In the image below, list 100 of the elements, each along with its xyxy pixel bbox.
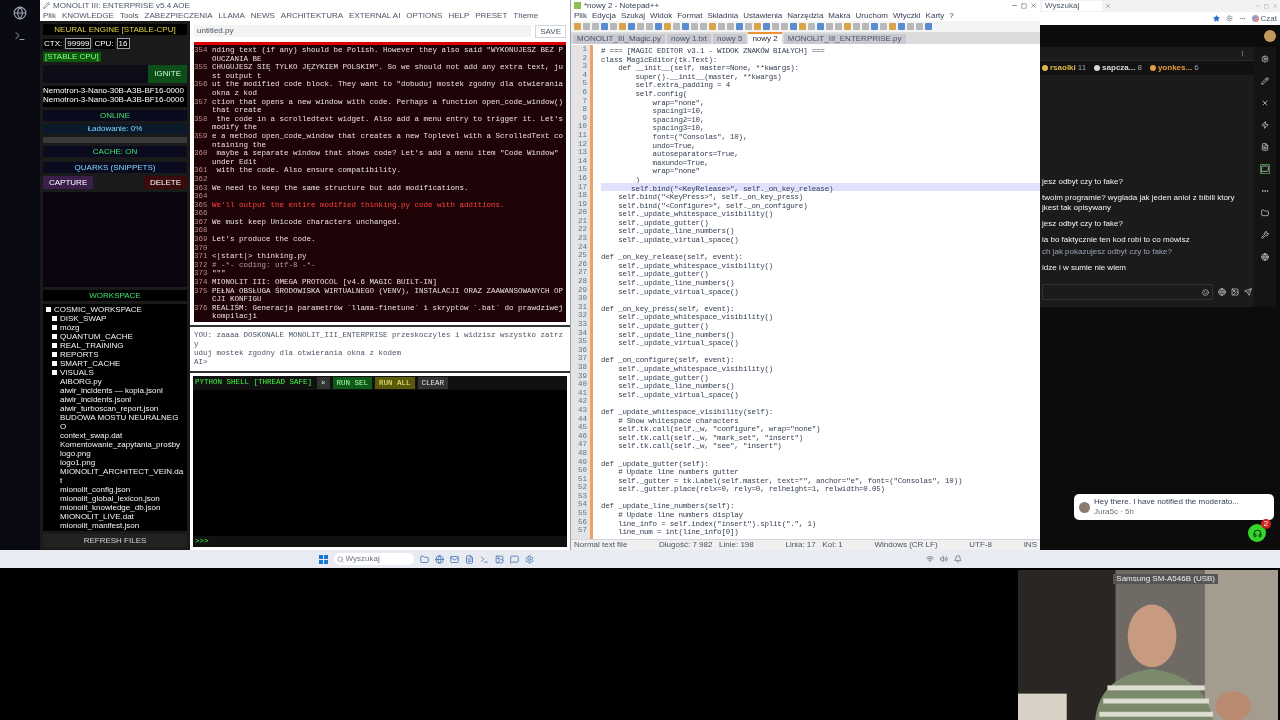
file-tab[interactable]: MONOLIT_III_ENTERPRISE.py [783, 34, 906, 44]
tree-item[interactable]: aiwir_incidents — kopia.jsonl [60, 386, 163, 395]
taskbar-icon[interactable] [419, 554, 429, 564]
file-tab[interactable]: nowy 2 [748, 32, 782, 44]
menu-item[interactable]: ? [949, 10, 954, 22]
tree-item[interactable]: mionolit_global_lexicon.json [60, 494, 160, 503]
toolbar-drawing[interactable] [571, 21, 1040, 32]
toolbar-icon[interactable] [1261, 231, 1269, 239]
toolbar-icon[interactable] [1261, 165, 1269, 173]
menu-item[interactable]: NEWS [250, 11, 275, 21]
cpu-field[interactable]: 16 [116, 38, 130, 49]
code-editor[interactable] [571, 44, 1040, 539]
file-tab[interactable]: nowy 1.txt [667, 34, 712, 44]
participant-name[interactable]: rsaolki [1050, 62, 1076, 74]
toolbar-icon[interactable] [1261, 55, 1269, 63]
menu-item[interactable]: ARCHITEKTURA [280, 11, 344, 21]
taskbar-icon[interactable] [434, 554, 444, 564]
menu-item[interactable]: Składnia [707, 10, 739, 22]
taskbar-icon[interactable] [464, 554, 474, 564]
tree-item[interactable]: COSMIC_WORKSPACE [54, 305, 142, 314]
tree-item[interactable]: SMART_CACHE [60, 359, 121, 368]
refresh-button[interactable]: REFRESH FILES [43, 534, 187, 547]
tree-item[interactable]: AIBORG.py [60, 377, 102, 386]
toolbar-icon[interactable] [1261, 253, 1269, 261]
close-icon[interactable] [1105, 3, 1111, 9]
file-tab[interactable]: MONOLIT_III_Magic.py [573, 34, 666, 44]
tree-item[interactable]: VISUALS [60, 368, 94, 377]
menu-item[interactable]: PRESET [475, 11, 508, 21]
tree-item[interactable]: REAL_TRAINING [60, 341, 124, 350]
tree-item[interactable]: QUANTUM_CACHE [60, 332, 133, 341]
model-item[interactable]: Nemotron-3-Nano-30B-A3B-BF16-0000 [43, 86, 187, 95]
chat-button[interactable]: Czat [1251, 12, 1277, 25]
tree-item[interactable]: logo.png [60, 449, 91, 458]
participant-name[interactable]: yonkes... [1157, 62, 1193, 74]
favorite-icon[interactable] [1212, 15, 1220, 22]
message-field[interactable] [1042, 284, 1213, 300]
tree-item[interactable]: Komentowanie_zapytania_prośby [60, 440, 181, 449]
menu-item[interactable]: Plik [43, 11, 56, 21]
menu-item[interactable]: Format [677, 10, 703, 22]
wifi-icon[interactable] [925, 555, 934, 563]
delete-button[interactable]: DELETE [143, 176, 187, 189]
close-icon[interactable] [1030, 2, 1037, 9]
prompt-field[interactable] [43, 65, 149, 83]
ctx-field[interactable]: 99999 [65, 38, 92, 49]
tree-item[interactable]: context_swap.dat [60, 431, 123, 440]
desktop-icon[interactable] [13, 6, 27, 20]
model-list[interactable]: Nemotron-3-Nano-30B-A3B-BF16-0000 Nemotron-3-Nano-30B-A3B-BF16-0000 [43, 86, 187, 107]
menu-item[interactable]: LLAMA [218, 11, 245, 21]
tree-item[interactable]: MIONOLIT_LIVE.dat [60, 512, 134, 521]
menu-item[interactable]: Wtyczki [893, 10, 921, 22]
taskbar-icon[interactable] [449, 554, 459, 564]
emoji-icon[interactable] [1202, 288, 1209, 296]
tree-item[interactable]: aiwir_turboscan_report.json [60, 404, 159, 413]
tree-item[interactable]: DISK_SWAP [60, 314, 107, 323]
filename-field[interactable]: untitled.py [194, 25, 532, 37]
tree-item[interactable]: mionolit_config.json [60, 485, 131, 494]
taskbar-search[interactable]: Wyszukaj [333, 553, 414, 565]
menu-item[interactable]: KNOWLEDGE [61, 11, 114, 21]
menu-item[interactable]: Tools [119, 11, 139, 21]
toolbar-icon[interactable] [1261, 143, 1269, 151]
model-item[interactable]: Nemotron-3-Nano-30B-A3B-BF16-0000 [43, 95, 187, 104]
menu-item[interactable]: Widok [649, 10, 673, 22]
menu-item[interactable]: Edycja [591, 10, 616, 22]
menu-item[interactable]: Uruchom [855, 10, 889, 22]
tree-item[interactable]: REPORTS [60, 350, 99, 359]
volume-icon[interactable] [939, 555, 948, 563]
desktop-icon[interactable] [14, 30, 26, 42]
menu-item[interactable]: HELP [448, 11, 470, 21]
save-button[interactable]: SAVE [535, 24, 566, 38]
tree-item[interactable]: mionolit_knowledge_db.json [60, 503, 161, 512]
toolbar-icon[interactable] [1261, 187, 1269, 195]
taskbar-icon[interactable] [494, 554, 504, 564]
start-icon[interactable] [318, 554, 328, 564]
menu-item[interactable]: Ustawienia [743, 10, 783, 22]
notification-toast[interactable]: Hey there. I have notified the moderato... Jura5c · 5h [1074, 494, 1274, 520]
tree-item[interactable]: aiwir_incidents.jsonl [60, 395, 132, 404]
participant-name[interactable]: sapcza... [1102, 62, 1136, 74]
capture-button[interactable]: CAPTURE [43, 176, 94, 189]
ignite-button[interactable]: IGNITE [148, 65, 187, 83]
taskbar-icon[interactable] [509, 554, 519, 564]
toolbar-icon[interactable] [1261, 209, 1269, 217]
tree-item[interactable]: mionolit_manifest.json [60, 521, 140, 530]
taskbar-icon[interactable] [524, 554, 534, 564]
toolbar-icon[interactable] [1261, 99, 1269, 107]
menu-item[interactable]: Szukaj [620, 10, 645, 22]
menu-item[interactable]: Plik [574, 10, 587, 22]
menu-item[interactable]: EXTERNAL AI [349, 11, 401, 21]
file-tree[interactable] [43, 304, 187, 531]
send-icon[interactable] [1244, 288, 1252, 296]
tree-item[interactable]: logo1.png [60, 458, 96, 467]
maximize-icon[interactable] [1021, 2, 1027, 9]
menu-item[interactable]: Karty [925, 10, 945, 22]
image-icon[interactable] [1231, 288, 1239, 296]
settings-icon[interactable] [1225, 15, 1233, 22]
minimize-icon[interactable] [1011, 2, 1018, 9]
menu-item[interactable]: Theme [513, 11, 539, 21]
notification-icon[interactable] [953, 555, 962, 563]
menu-item[interactable]: Narzędzia [787, 10, 824, 22]
tree-item[interactable]: mózg [60, 323, 80, 332]
taskbar-icon[interactable] [479, 554, 489, 564]
